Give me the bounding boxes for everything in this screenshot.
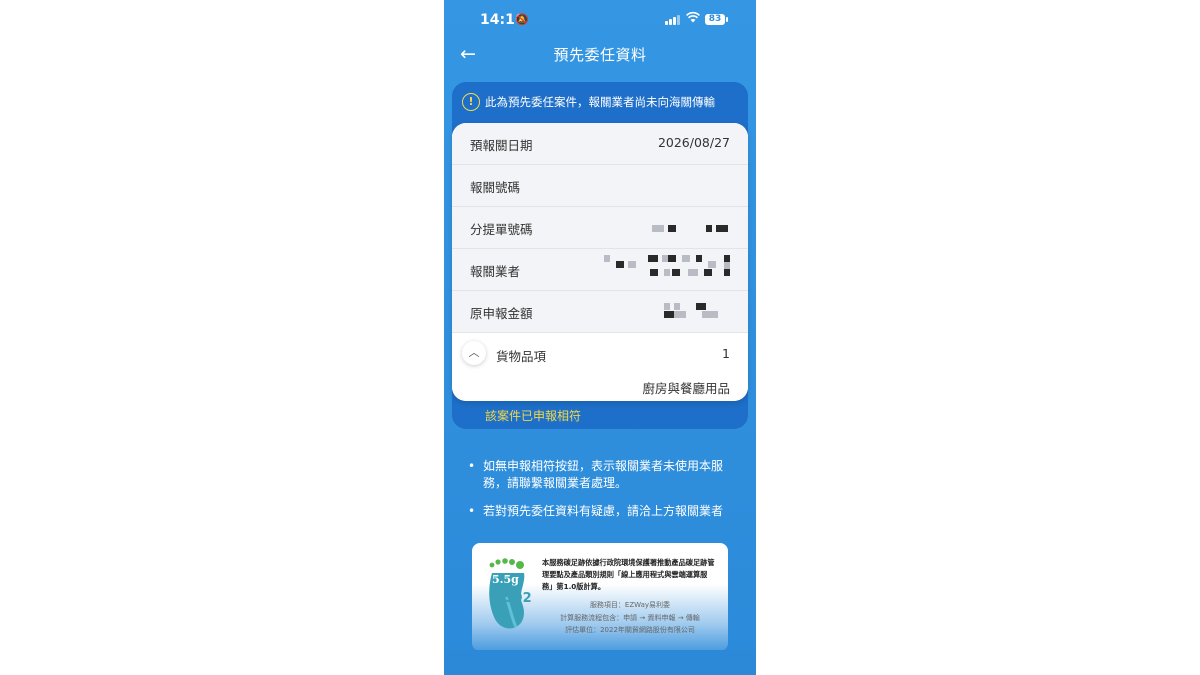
footprint-unit: 評估單位：2022年關貿網路股份有限公司 (565, 626, 695, 634)
row-value: 2026/08/27 (657, 135, 730, 150)
row-declaration-number: 報關號碼 (452, 165, 748, 207)
row-label: 預報關日期 (470, 138, 533, 153)
row-customs-broker: 報關業者 (452, 249, 748, 291)
details-card: 預報關日期 2026/08/27 報關號碼 分提單號碼 報關業者 原申報金額 ︿… (452, 123, 748, 401)
row-declaration-date: 預報關日期 2026/08/27 (452, 123, 748, 165)
footprint-weight: 5.5g (492, 573, 519, 586)
carbon-footprint-banner: 5.5g CO2 本服務碳足跡依據行政院環境保護署推動產品碳足跡管理要點及產品類… (472, 543, 728, 651)
row-original-amount: 原申報金額 (452, 291, 748, 333)
footprint-service: 服務項目：EZWay易利委 (589, 601, 671, 609)
note-item: 如無申報相符按鈕，表示報關業者未使用本服務，請聯繫報關業者處理。 (468, 458, 730, 492)
co2-label: CO2 (502, 591, 532, 606)
notes-list: 如無申報相符按鈕，表示報關業者未使用本服務，請聯繫報關業者處理。 若對預先委任資… (468, 458, 730, 531)
page-title: 預先委任資料 (553, 46, 647, 64)
status-bar: 14:16 🔕 83 (444, 0, 756, 42)
bell-muted-icon: 🔕 (515, 13, 529, 26)
row-label: 報關號碼 (470, 180, 521, 195)
row-label: 原申報金額 (470, 306, 533, 321)
goods-item: 廚房與餐廳用品 (642, 381, 730, 396)
redacted-value (644, 219, 730, 237)
footprint-description: 本服務碳足跡依據行政院環境保護署推動產品碳足跡管理要點及產品類別規則「線上應用程… (542, 558, 715, 591)
row-house-bill-number: 分提單號碼 (452, 207, 748, 249)
bottom-area (444, 650, 756, 675)
footprint-details: 服務項目：EZWay易利委 計算服務流程包含：申請 → 資料申報 → 傳輸 評估… (542, 599, 718, 637)
details-list: 預報關日期 2026/08/27 報關號碼 分提單號碼 報關業者 原申報金額 (452, 123, 748, 333)
battery-icon: 83 (705, 14, 728, 25)
notice-text: 此為預先委任案件，報關業者尚未向海關傳輸 (485, 95, 715, 109)
footprint-scope: 計算服務流程包含：申請 → 資料申報 → 傳輸 (560, 613, 700, 622)
phone-screen: 14:16 🔕 83 ← 預先委任資料 ! 此為預先委任案件，報關業者尚未向海關… (444, 0, 756, 675)
row-label: 報關業者 (470, 264, 521, 279)
wifi-icon (686, 11, 700, 27)
redacted-value (664, 303, 724, 321)
chevron-up-icon[interactable]: ︿ (462, 341, 486, 365)
goods-count: 1 (722, 346, 730, 361)
row-label: 分提單號碼 (470, 222, 533, 237)
note-item: 若對預先委任資料有疑慮，請洽上方報關業者 (468, 503, 730, 520)
matched-status: 該案件已申報相符 (485, 409, 582, 423)
redacted-value (604, 255, 730, 283)
warning-icon: ! (462, 93, 480, 111)
goods-section: ︿ 貨物品項 1 廚房與餐廳用品 (452, 333, 748, 401)
cellular-signal-icon (665, 15, 681, 25)
goods-label: 貨物品項 (496, 349, 547, 364)
header: ← 預先委任資料 (444, 42, 756, 68)
